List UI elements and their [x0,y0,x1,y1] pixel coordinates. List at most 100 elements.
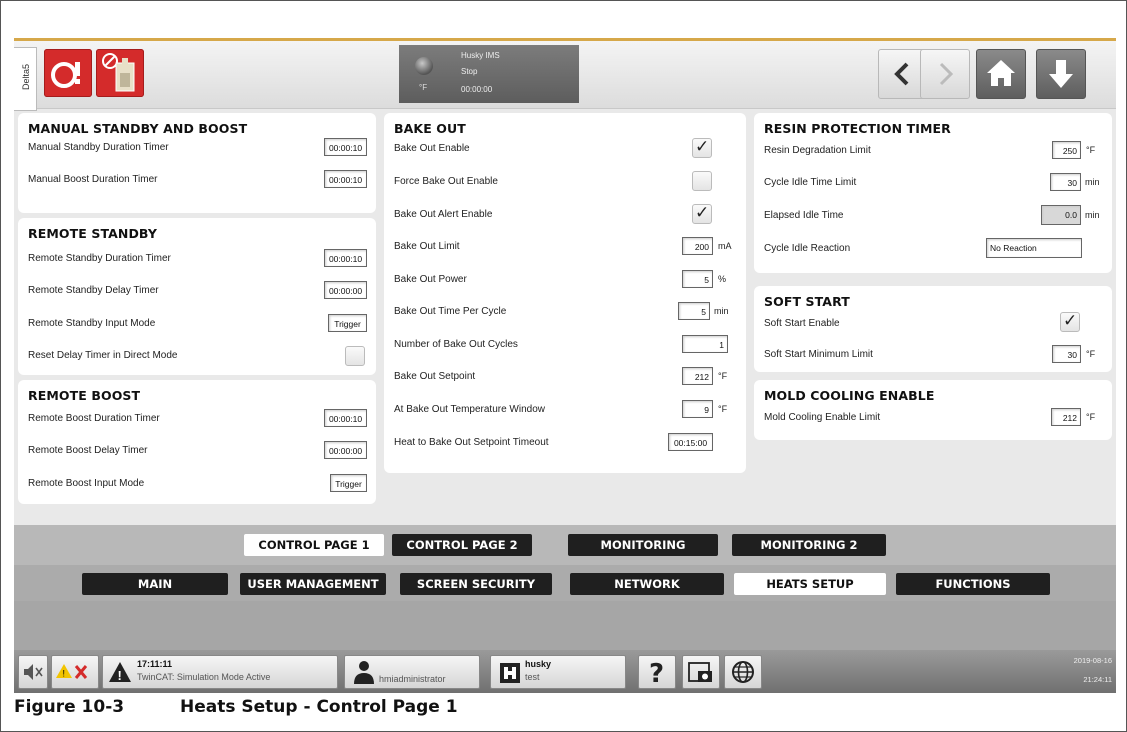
resin-protection-panel: RESIN PROTECTION TIMER Resin Degradation… [754,113,1112,273]
active-alarm-display[interactable]: ! 17:11:11 TwinCAT: Simulation Mode Acti… [102,655,338,689]
field-label: Remote Boost Duration Timer [28,413,160,424]
field-label: Manual Boost Duration Timer [28,174,158,185]
forward-button[interactable] [920,49,970,99]
unit-label: °F [1086,349,1096,359]
checkmark-icon: ✓ [695,137,710,157]
svg-text:!: ! [118,668,122,683]
current-user: hmiadministrator [379,674,446,684]
field-label: Remote Standby Delay Timer [28,285,159,296]
bake-out-time-per-cycle-input[interactable]: 5 [678,302,710,320]
elapsed-idle-time-display: 0.0 [1041,205,1081,225]
tab-monitoring-2[interactable]: MONITORING 2 [732,534,886,556]
machine-name: husky [525,659,552,669]
arrow-down-icon [1049,60,1073,88]
side-tab-label: Delta5 [21,64,31,91]
alarm-temperature-button[interactable] [44,49,92,97]
status-bar: ! ! 17:11:11 TwinCAT: Simulation Mode Ac… [14,650,1116,693]
unit-label: min [714,306,729,316]
home-button[interactable] [976,49,1026,99]
unit-label: mA [718,241,732,251]
panel-title: MOLD COOLING ENABLE [764,388,935,403]
soft-start-minimum-limit-input[interactable]: 30 [1052,345,1081,363]
mold-cooling-enable-limit-input[interactable]: 212 [1051,408,1081,426]
force-bake-out-checkbox[interactable] [692,171,712,191]
bottom-spacer [14,601,1116,650]
field-label: Cycle Idle Time Limit [764,177,857,188]
globe-icon [732,661,754,683]
field-label: Remote Standby Duration Timer [28,253,171,264]
remote-standby-delay-input[interactable]: 00:00:00 [324,281,367,299]
side-tab[interactable]: Delta5 [14,47,37,111]
tab-monitoring[interactable]: MONITORING [568,534,718,556]
tab-main[interactable]: MAIN [82,573,228,595]
help-button[interactable]: ? [638,655,676,689]
alarm-time: 17:11:11 [137,659,173,669]
language-button[interactable] [724,655,762,689]
tab-screen-security[interactable]: SCREEN SECURITY [400,573,552,595]
bake-out-cycles-input[interactable]: 1 [682,335,728,353]
remote-boost-input-mode-select[interactable]: Trigger [330,474,367,492]
unit-label: min [1085,177,1100,187]
bake-out-temperature-window-input[interactable]: 9 [682,400,713,418]
manual-standby-duration-input[interactable]: 00:00:10 [324,138,367,156]
cycle-idle-time-limit-input[interactable]: 30 [1050,173,1081,191]
svg-text:!: ! [63,669,66,679]
panel-title: MANUAL STANDBY AND BOOST [28,121,248,136]
resin-degradation-limit-input[interactable]: 250 [1052,141,1081,159]
alarm-reset-button[interactable]: ! [51,655,99,689]
unit-label: °F [1086,145,1096,155]
home-icon [987,60,1015,86]
cycle-idle-reaction-select[interactable]: No Reaction [986,238,1082,258]
manual-boost-duration-input[interactable]: 00:00:10 [324,170,367,188]
download-button[interactable] [1036,49,1086,99]
unit-label: °F [1086,412,1096,422]
section-tab-bar: MAIN USER MANAGEMENT SCREEN SECURITY NET… [14,565,1116,601]
current-time: 21:24:11 [1083,675,1112,684]
temperature-alarm-icon [51,62,80,88]
bake-out-power-input[interactable]: 5 [682,270,713,288]
machine-status-panel: °F Husky IMS Stop 00:00:00 [399,45,579,103]
remote-boost-delay-input[interactable]: 00:00:00 [324,441,367,459]
bake-out-alert-checkbox[interactable]: ✓ [692,203,712,224]
remote-boost-duration-input[interactable]: 00:00:10 [324,409,367,427]
tab-user-management[interactable]: USER MANAGEMENT [240,573,386,595]
status-state: Stop [461,67,478,76]
unit-label: % [718,274,727,284]
soft-start-enable-checkbox[interactable]: ✓ [1060,311,1080,332]
bake-out-setpoint-timeout-input[interactable]: 00:15:00 [668,433,713,451]
machine-button[interactable]: husky test [490,655,626,689]
reset-delay-timer-checkbox[interactable] [345,346,365,366]
field-label: Remote Standby Input Mode [28,318,156,329]
mold-cooling-panel: MOLD COOLING ENABLE Mold Cooling Enable … [754,380,1112,440]
tab-control-page-1[interactable]: CONTROL PAGE 1 [244,534,384,556]
unit-label: °F [718,371,728,381]
tab-functions[interactable]: FUNCTIONS [896,573,1050,595]
status-lamp-icon [415,57,433,75]
remote-standby-input-mode-select[interactable]: Trigger [328,314,367,332]
bake-out-setpoint-input[interactable]: 212 [682,367,713,385]
tab-control-page-2[interactable]: CONTROL PAGE 2 [392,534,532,556]
field-label: Heat to Bake Out Setpoint Timeout [394,437,549,448]
bake-out-limit-input[interactable]: 200 [682,237,713,255]
mute-button[interactable] [18,655,48,689]
field-label: Manual Standby Duration Timer [28,142,169,153]
status-system-name: Husky IMS [461,51,500,60]
checkmark-icon: ✓ [695,203,710,223]
panel-title: RESIN PROTECTION TIMER [764,121,951,136]
field-label: Remote Boost Delay Timer [28,445,148,456]
warning-cancel-icon: ! [56,664,88,679]
help-icon: ? [649,659,664,689]
bake-out-enable-checkbox[interactable]: ✓ [692,137,712,158]
user-button[interactable]: hmiadministrator [344,655,480,689]
status-cycle-time: 00:00:00 [461,85,493,94]
remote-standby-duration-input[interactable]: 00:00:10 [324,249,367,267]
temperature-unit: °F [419,83,428,92]
field-label: Bake Out Power [394,274,467,285]
screenshot-button[interactable] [682,655,720,689]
disable-heater-button[interactable] [96,49,144,97]
field-label: Number of Bake Out Cycles [394,339,518,350]
warning-triangle-icon: ! [109,662,131,683]
tab-network[interactable]: NETWORK [570,573,724,595]
tab-heats-setup[interactable]: HEATS SETUP [734,573,886,595]
figure-title: Heats Setup - Control Page 1 [180,697,458,717]
